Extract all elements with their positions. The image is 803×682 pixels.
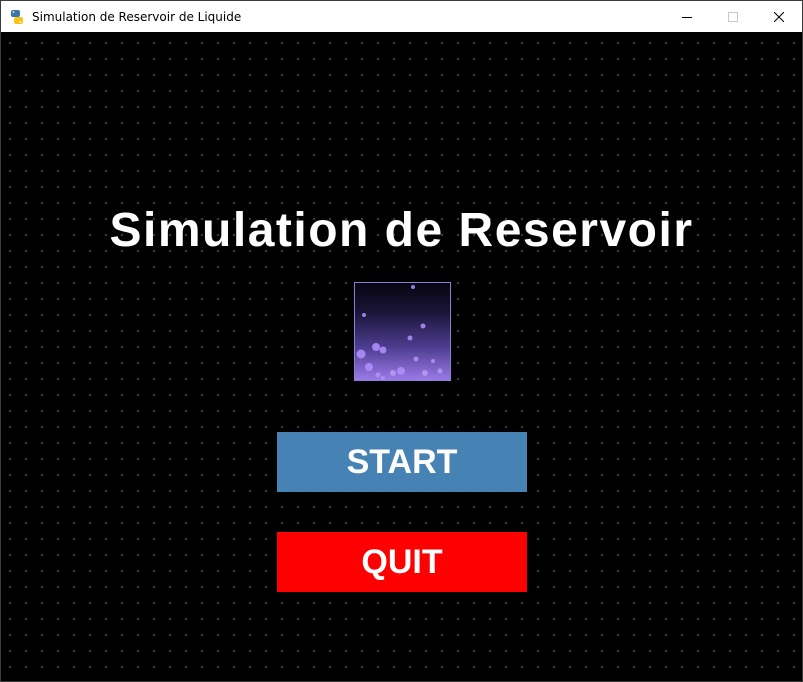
app-window: Simulation de Reservoir de Liquide Simul… xyxy=(0,0,803,682)
python-icon xyxy=(11,9,23,24)
minimize-icon xyxy=(682,16,692,18)
title-bar[interactable]: Simulation de Reservoir de Liquide xyxy=(1,1,802,32)
close-icon xyxy=(774,11,784,22)
window-controls xyxy=(664,1,802,32)
quit-button[interactable]: QUIT xyxy=(277,532,527,592)
game-canvas: Simulation de Reservoir START QUIT xyxy=(1,32,802,681)
window-title: Simulation de Reservoir de Liquide xyxy=(32,9,242,24)
game-title: Simulation de Reservoir xyxy=(109,204,694,257)
maximize-button[interactable] xyxy=(710,1,756,32)
minimize-button[interactable] xyxy=(664,1,710,32)
close-button[interactable] xyxy=(756,1,802,32)
start-button[interactable]: START xyxy=(277,432,527,492)
reservoir-liquid-image xyxy=(356,285,443,380)
maximize-icon xyxy=(728,11,738,22)
reservoir-preview xyxy=(354,282,451,381)
